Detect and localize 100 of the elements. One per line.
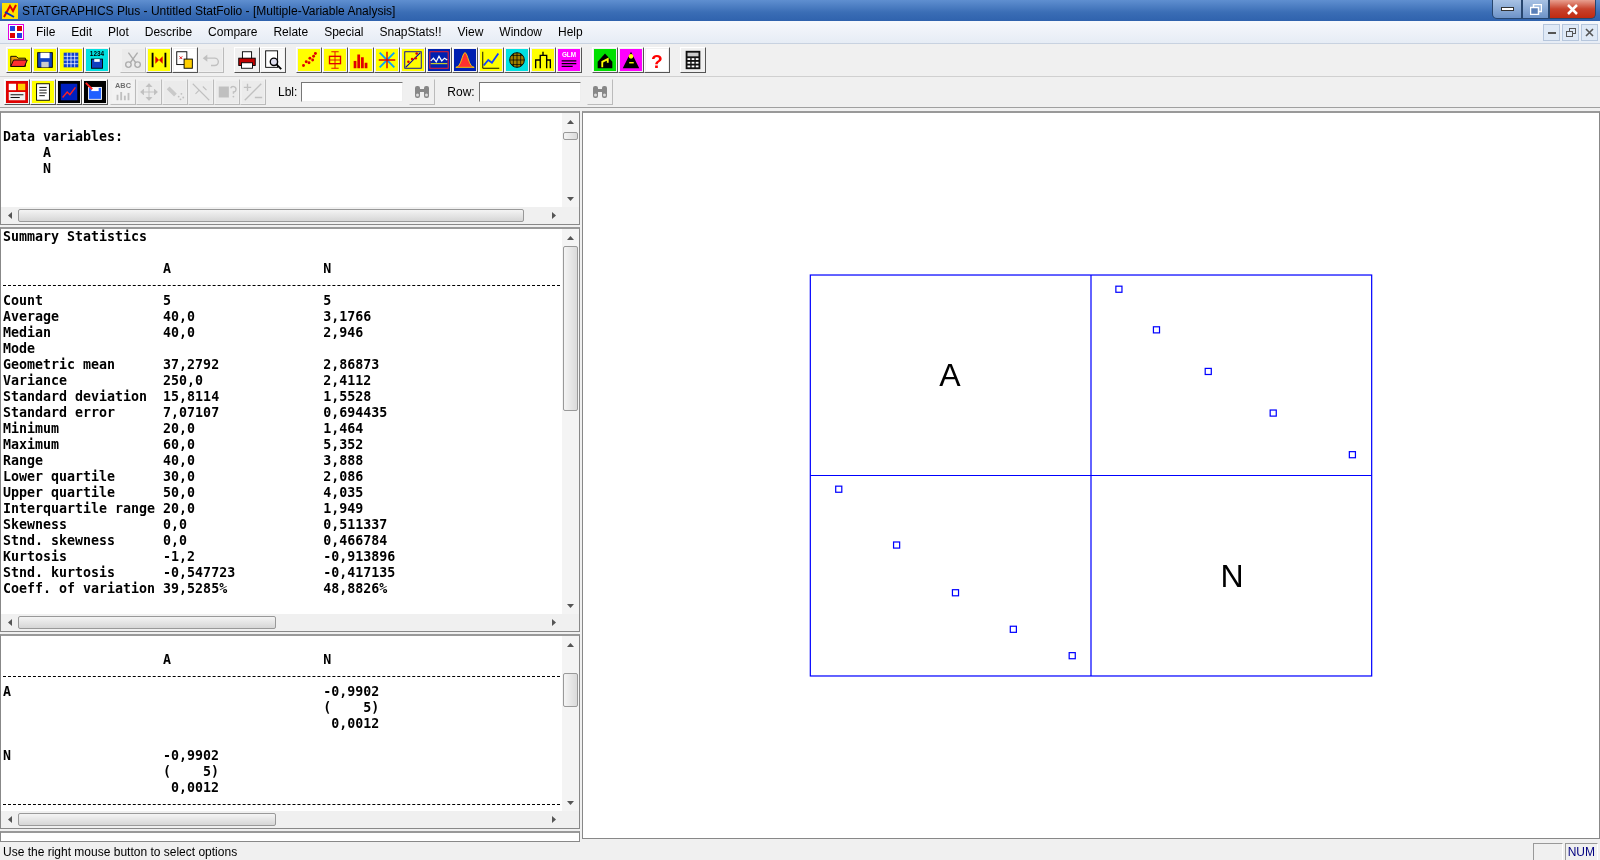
table-cell-text: 0,0: [163, 533, 189, 549]
table-cell-text: 2,946: [323, 325, 365, 341]
menu-item[interactable]: View: [449, 23, 492, 41]
right-arrow-icon: [551, 816, 556, 823]
right-arrow-icon: [551, 212, 556, 219]
table-cell-text: 20,0: [163, 421, 197, 437]
minimize-button[interactable]: [1492, 0, 1522, 19]
table-cell-text: 1,949: [323, 501, 365, 517]
toolbar-button[interactable]: ?: [644, 47, 670, 73]
move-arrows-icon: [138, 81, 160, 103]
up-arrow-icon: [567, 642, 574, 647]
row-label: Variance: [3, 373, 69, 389]
column-header: A: [163, 261, 173, 277]
menu-item[interactable]: Special: [316, 23, 372, 41]
input-field[interactable]: [478, 82, 581, 102]
table-cell-text: 5: [323, 293, 333, 309]
column-header: A: [163, 652, 173, 668]
left-arrow-icon: [7, 619, 12, 626]
row-label: Stnd. kurtosis: [3, 565, 117, 581]
row-label: Mode: [3, 341, 37, 357]
input-field[interactable]: [301, 82, 404, 102]
table-cell-text: 50,0: [163, 485, 197, 501]
scrollbar-thumb[interactable]: [563, 132, 578, 140]
table-cell: ( 5): [323, 700, 380, 716]
table-cell-text: 7,07107: [163, 405, 221, 421]
right-arrow-icon: [551, 619, 556, 626]
row-label: Range: [3, 453, 45, 469]
scrollbar-thumb[interactable]: [18, 616, 277, 629]
table-cell-text: 15,8114: [163, 389, 221, 405]
menu-item[interactable]: Describe: [136, 23, 201, 41]
person-icon: [620, 49, 642, 71]
menu-item[interactable]: Relate: [265, 23, 317, 41]
scatter-dots-icon: [298, 49, 320, 71]
close-icon: [1566, 3, 1579, 15]
menu-item[interactable]: Help: [550, 23, 591, 41]
table-cell-text: 40,0: [163, 325, 197, 341]
printer-icon: [236, 49, 258, 71]
table-cell-text: -0,547723: [163, 565, 237, 581]
menu-item[interactable]: File: [28, 23, 64, 41]
report-panel-icon: [6, 81, 28, 103]
vertical-scrollbar[interactable]: [562, 636, 579, 811]
clipboard-icon: [174, 49, 196, 71]
app-icon: [2, 2, 18, 19]
pane-title: Summary Statistics: [3, 229, 149, 245]
variable-label: N: [1220, 557, 1244, 595]
menu-item[interactable]: Window: [491, 23, 550, 41]
globe-grid-icon: [506, 49, 528, 71]
scrollbar-thumb[interactable]: [563, 672, 578, 707]
menu-item[interactable]: Edit: [63, 23, 101, 41]
table-cell: -0,9902: [323, 684, 380, 700]
chart-window-icon: [58, 81, 80, 103]
table-cell: 0,0012: [331, 716, 380, 732]
pane-heading: Data variables:: [3, 129, 125, 145]
table-cell-text: 30,0: [163, 469, 197, 485]
down-arrow-icon: [567, 196, 574, 201]
row-label: Average: [3, 309, 61, 325]
left-arrow-icon: [7, 816, 12, 823]
table-cell-text: 0,466784: [323, 533, 389, 549]
vertical-scrollbar[interactable]: [562, 229, 579, 614]
horizontal-scrollbar[interactable]: [1, 207, 579, 224]
table-cell-text: -1,2: [163, 549, 197, 565]
row-label: Coeff. of variation: [3, 581, 157, 597]
row-label: Kurtosis: [3, 549, 69, 565]
down-arrow-icon: [567, 800, 574, 805]
table-cell: ( 5): [163, 764, 220, 780]
table-cell-text: 37,2792: [163, 357, 221, 373]
table-cell-text: 48,8826%: [323, 581, 389, 597]
field-label: Row:: [447, 85, 475, 99]
scrollbar-thumb[interactable]: [563, 246, 578, 411]
table-cell-text: 5: [163, 293, 173, 309]
scrollbar-thumb[interactable]: [18, 209, 524, 222]
row-label: Minimum: [3, 421, 61, 437]
scrollbar-thumb[interactable]: [18, 813, 277, 826]
row-label: Median: [3, 325, 53, 341]
table-cell-text: 4,035: [323, 485, 365, 501]
menu-item[interactable]: Compare: [200, 23, 266, 41]
bell-curve-icon: [454, 49, 476, 71]
menu-item[interactable]: SnapStats!!: [371, 23, 450, 41]
restore-button[interactable]: [1522, 0, 1549, 19]
horizontal-scrollbar[interactable]: [1, 614, 579, 631]
scissors-icon: [122, 49, 144, 71]
table-cell-text: 20,0: [163, 501, 197, 517]
vertical-scrollbar[interactable]: [562, 113, 579, 207]
document-window-icon[interactable]: [8, 24, 24, 40]
row-label: Maximum: [3, 437, 61, 453]
table-cell: -0,9902: [163, 748, 220, 764]
tree-diagram-icon: [532, 49, 554, 71]
down-arrow-icon: [567, 603, 574, 608]
horizontal-scrollbar[interactable]: [1, 811, 579, 828]
table-cell-text: 1,464: [323, 421, 365, 437]
scatter-line-icon: [402, 49, 424, 71]
floppy-disk-icon: [34, 49, 56, 71]
status-indicator: NUM: [1564, 843, 1598, 860]
close-button[interactable]: [1549, 0, 1596, 19]
table-cell-text: 60,0: [163, 437, 197, 453]
row-label: Stnd. skewness: [3, 533, 117, 549]
table-cell-text: 0,694435: [323, 405, 389, 421]
table-cell-text: 40,0: [163, 309, 197, 325]
menu-item[interactable]: Plot: [100, 23, 137, 41]
table-cell-text: 0,0: [163, 517, 189, 533]
